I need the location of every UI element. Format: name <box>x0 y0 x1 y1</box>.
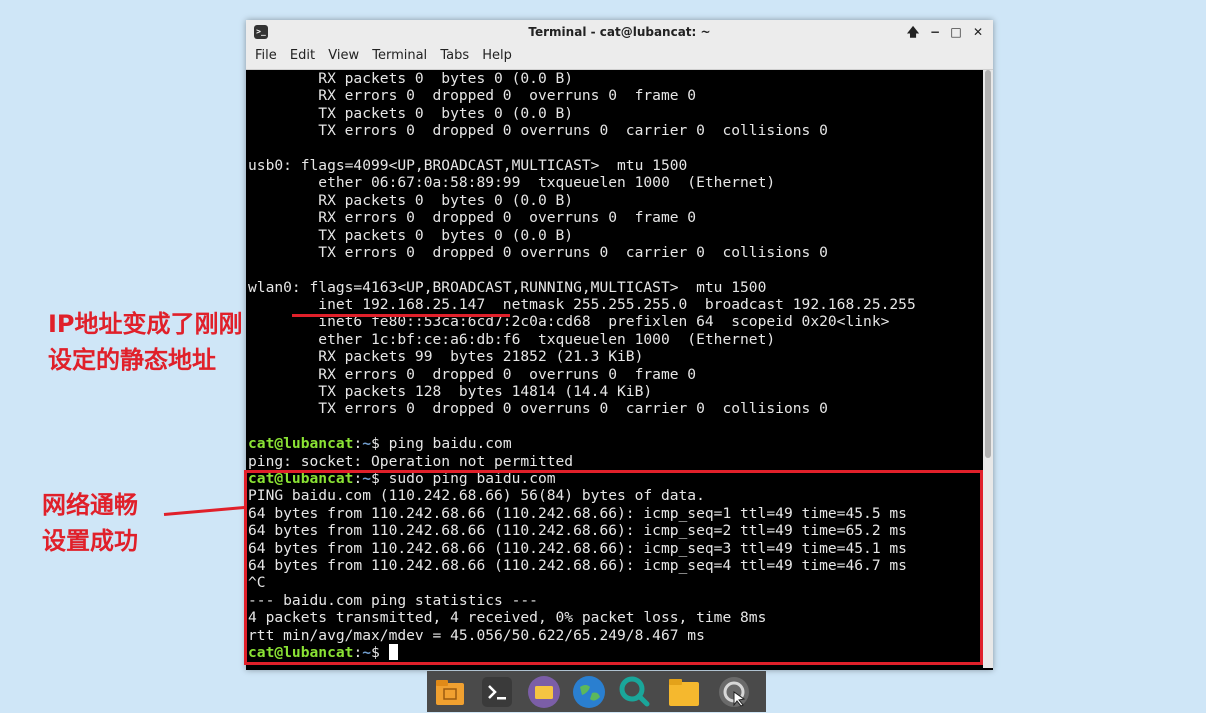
folder-yellow-icon[interactable] <box>667 675 701 709</box>
menu-file[interactable]: File <box>246 44 277 63</box>
minimize-button[interactable]: − <box>926 23 944 41</box>
ip-annotation-line1: IP地址变成了刚刚 <box>48 310 243 338</box>
screenshot-icon[interactable] <box>717 675 751 709</box>
close-button[interactable]: ✕ <box>969 23 987 41</box>
terminal-line: usb0: flags=4099<UP,BROADCAST,MULTICAST>… <box>248 156 688 174</box>
terminal-line: cat@lubancat:~$ ping baidu.com <box>246 435 983 452</box>
title-bar[interactable]: >_ Terminal - cat@lubancat: ~ 🡅 − □ ✕ <box>246 20 993 44</box>
menu-tabs[interactable]: Tabs <box>431 44 469 63</box>
terminal-line: TX errors 0 dropped 0 overruns 0 carrier… <box>248 122 828 140</box>
menu-help[interactable]: Help <box>473 44 512 63</box>
scrollbar-thumb[interactable] <box>985 70 991 458</box>
terminal-line: RX packets 0 bytes 0 (0.0 B) <box>248 70 574 87</box>
ip-annotation-line2: 设定的静态地址 <box>48 346 216 374</box>
terminal-line: RX errors 0 dropped 0 overruns 0 frame 0 <box>248 365 697 383</box>
command-text: ping baidu.com <box>379 435 512 453</box>
network-pointer-line <box>163 505 246 516</box>
terminal-line: wlan0: flags=4163<UP,BROADCAST,RUNNING,M… <box>248 278 767 296</box>
terminal-line: TX errors 0 dropped 0 overruns 0 carrier… <box>248 400 828 418</box>
network-annotation: 网络通畅 设置成功 <box>42 487 138 559</box>
maximize-button[interactable]: □ <box>947 23 965 41</box>
terminal-line: TX errors 0 dropped 0 overruns 0 carrier… <box>248 243 828 261</box>
terminal-line: inet 192.168.25.147 netmask 255.255.255.… <box>248 296 916 314</box>
web-browser-globe-icon[interactable] <box>572 675 606 709</box>
menu-bar: File Edit View Terminal Tabs Help <box>246 44 993 70</box>
prompt-dollar: $ <box>371 435 380 453</box>
ip-underline <box>292 314 510 317</box>
search-icon[interactable] <box>617 675 651 709</box>
network-annotation-line2: 设置成功 <box>42 527 138 555</box>
folder-icon[interactable] <box>527 675 561 709</box>
terminal-scrollbar[interactable] <box>983 70 993 668</box>
pin-button[interactable]: 🡅 <box>904 23 922 41</box>
terminal-line: TX packets 128 bytes 14814 (14.4 KiB) <box>248 383 653 401</box>
menu-edit[interactable]: Edit <box>281 44 315 63</box>
terminal-line: RX packets 0 bytes 0 (0.0 B) <box>248 191 574 209</box>
terminal-line: RX packets 99 bytes 21852 (21.3 KiB) <box>248 348 644 366</box>
ping-highlight-box <box>244 470 983 665</box>
terminal-line: RX errors 0 dropped 0 overruns 0 frame 0 <box>248 87 697 105</box>
ip-annotation: IP地址变成了刚刚 设定的静态地址 <box>48 306 243 378</box>
terminal-line: ether 1c:bf:ce:a6:db:f6 txqueuelen 1000 … <box>248 330 776 348</box>
prompt-path: ~ <box>362 435 372 453</box>
terminal-line: TX packets 0 bytes 0 (0.0 B) <box>248 226 574 244</box>
terminal-line: ping: socket: Operation not permitted <box>248 452 574 470</box>
terminal-icon[interactable] <box>480 675 514 709</box>
menu-view[interactable]: View <box>319 44 359 63</box>
terminal-line: ether 06:67:0a:58:89:99 txqueuelen 1000 … <box>248 174 776 192</box>
taskbar-dock <box>427 671 766 712</box>
menu-terminal[interactable]: Terminal <box>363 44 427 63</box>
window-title: Terminal - cat@lubancat: ~ <box>528 25 711 39</box>
terminal-line: RX errors 0 dropped 0 overruns 0 frame 0 <box>248 209 697 227</box>
file-manager-home-icon[interactable] <box>433 675 467 709</box>
prompt-user: cat@lubancat <box>248 435 354 453</box>
prompt-separator: : <box>353 435 363 453</box>
terminal-line: TX packets 0 bytes 0 (0.0 B) <box>248 104 574 122</box>
network-annotation-line1: 网络通畅 <box>42 491 138 519</box>
